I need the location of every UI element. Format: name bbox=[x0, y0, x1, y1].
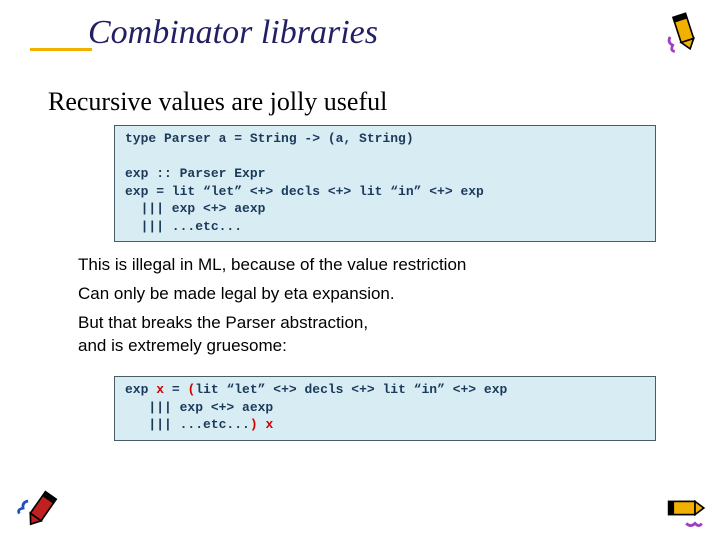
code-line: exp x = (lit “let” <+> decls <+> lit “in… bbox=[125, 382, 507, 397]
code-frag-highlight: x bbox=[156, 382, 164, 397]
body-line-part: But that breaks the Parser abstraction, bbox=[78, 313, 368, 332]
code-frag: exp bbox=[125, 382, 156, 397]
code-frag: = bbox=[164, 382, 187, 397]
code-line: ||| exp <+> aexp bbox=[125, 201, 265, 216]
body-line: But that breaks the Parser abstraction, … bbox=[78, 312, 658, 358]
code-line: exp :: Parser Expr bbox=[125, 166, 265, 181]
code-block-eta: exp x = (lit “let” <+> decls <+> lit “in… bbox=[114, 376, 656, 441]
code-line: ||| ...etc...) x bbox=[125, 417, 273, 432]
body-text: This is illegal in ML, because of the va… bbox=[78, 254, 658, 358]
body-line-part: and is extremely gruesome: bbox=[78, 336, 287, 355]
code-frag-highlight: ) bbox=[250, 417, 258, 432]
title-underline bbox=[30, 48, 92, 51]
code-frag: ||| ...etc... bbox=[125, 417, 250, 432]
body-line: Can only be made legal by eta expansion. bbox=[78, 283, 658, 306]
code-block-parser: type Parser a = String -> (a, String) ex… bbox=[114, 125, 656, 242]
code-frag: lit “let” <+> decls <+> lit “in” <+> exp bbox=[195, 382, 507, 397]
code-line: type Parser a = String -> (a, String) bbox=[125, 131, 414, 146]
code-line: exp = lit “let” <+> decls <+> lit “in” <… bbox=[125, 184, 484, 199]
crayon-icon bbox=[662, 486, 706, 530]
body-line: This is illegal in ML, because of the va… bbox=[78, 254, 658, 277]
code-frag-highlight: x bbox=[265, 417, 273, 432]
code-line: ||| ...etc... bbox=[125, 219, 242, 234]
slide-subtitle: Recursive values are jolly useful bbox=[48, 87, 720, 117]
code-line: ||| exp <+> aexp bbox=[125, 400, 273, 415]
crayon-icon bbox=[11, 477, 72, 538]
page-title: Combinator libraries bbox=[88, 14, 720, 52]
